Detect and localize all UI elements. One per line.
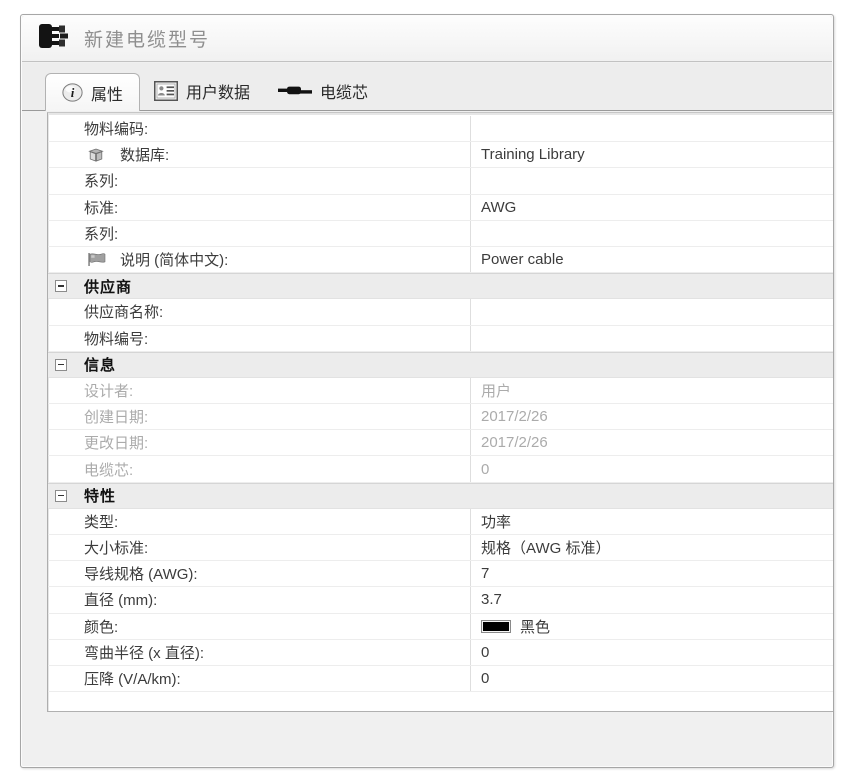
dialog-title: 新建电缆型号 <box>84 30 211 51</box>
property-value[interactable]: 功率 <box>470 508 833 534</box>
property-label: 创建日期: <box>84 409 149 427</box>
property-label: 设计者: <box>84 382 134 400</box>
property-row[interactable]: 更改日期: 2017/2/26 <box>48 430 833 457</box>
property-row[interactable]: 物料编号: <box>48 325 833 352</box>
property-value[interactable]: 0 <box>470 665 833 692</box>
tab-label: 电缆芯 <box>320 85 369 102</box>
property-row[interactable]: 压降 (V/A/km): 0 <box>48 665 833 693</box>
property-label: 物料编号: <box>84 330 149 348</box>
property-label: 系列: <box>84 173 119 191</box>
property-label: 更改日期: <box>84 435 149 453</box>
property-row[interactable]: 电缆芯: 0 <box>48 456 833 483</box>
property-row[interactable]: 标准: AWG <box>48 194 833 221</box>
property-value[interactable]: AWG <box>470 194 833 220</box>
property-label: 类型: <box>84 513 119 531</box>
property-value: 2017/2/26 <box>470 430 833 456</box>
property-value[interactable]: 7 <box>470 561 833 587</box>
property-row[interactable]: 物料编码: <box>48 116 833 143</box>
property-row[interactable]: 数据库: Training Library <box>48 142 833 169</box>
library-box-icon <box>88 147 104 162</box>
property-label: 供应商名称: <box>84 304 164 322</box>
cable-core-icon <box>278 85 313 97</box>
screenshot-root: { "window": { "title": "新建电缆型号", "title_… <box>0 0 865 781</box>
property-label: 压降 (V/A/km): <box>84 671 181 689</box>
tab-properties[interactable]: i 属性 <box>45 73 141 111</box>
property-row[interactable]: 导线规格 (AWG): 7 <box>48 561 833 588</box>
group-label: 信息 <box>84 357 117 375</box>
property-label: 说明 (简体中文): <box>48 247 470 272</box>
property-value: 2017/2/26 <box>470 404 833 430</box>
info-icon: i <box>62 83 83 102</box>
property-row[interactable]: 直径 (mm): 3.7 <box>48 587 833 614</box>
property-row[interactable]: 颜色: 黑色 <box>48 613 833 640</box>
property-label: 系列: <box>84 225 119 243</box>
collapse-icon[interactable] <box>55 280 67 293</box>
property-value[interactable]: 黑色 <box>470 613 833 639</box>
property-row[interactable]: 弯曲半径 (x 直径): 0 <box>48 639 833 666</box>
property-value[interactable] <box>470 299 833 325</box>
property-value[interactable] <box>470 168 833 194</box>
property-label: 直径 (mm): <box>84 592 158 610</box>
group-row[interactable]: 特性 <box>48 482 833 509</box>
tab-cable-cores[interactable]: 电缆芯 <box>264 72 382 110</box>
property-label: 颜色: <box>84 618 119 636</box>
property-value: 用户 <box>470 377 833 404</box>
property-row[interactable]: 创建日期: 2017/2/26 <box>48 404 833 431</box>
property-row[interactable]: 类型: 功率 <box>48 508 833 535</box>
property-label: 导线规格 (AWG): <box>84 566 198 584</box>
property-row[interactable]: 系列: <box>48 220 833 247</box>
property-row[interactable]: 大小标准: 规格（AWG 标准） <box>48 535 833 562</box>
tab-strip: i 属性 用户数据 电缆芯 <box>22 63 832 111</box>
property-row[interactable]: 说明 (简体中文): Power cable <box>48 246 833 274</box>
property-label: 数据库: <box>48 142 470 167</box>
tab-label: 属性 <box>91 86 124 104</box>
property-label: 标准: <box>84 199 119 217</box>
property-label: 大小标准: <box>84 540 149 558</box>
property-label: 弯曲半径 (x 直径): <box>84 644 204 662</box>
color-swatch <box>481 619 511 633</box>
tab-user-data[interactable]: 用户数据 <box>140 72 264 110</box>
svg-text:i: i <box>71 85 75 100</box>
collapse-icon[interactable] <box>55 489 67 502</box>
property-value[interactable]: 规格（AWG 标准） <box>470 535 833 561</box>
property-label: 物料编码: <box>84 121 149 139</box>
user-data-icon <box>154 81 179 101</box>
tab-label: 用户数据 <box>186 85 251 102</box>
property-grid: 物料编码: 数据库: Training Library 系列: 标准: AWG 系列: 说明 … <box>47 112 833 712</box>
property-label: 电缆芯: <box>84 461 134 479</box>
cable-plug-icon <box>38 22 72 55</box>
language-flag-icon <box>88 253 106 267</box>
new-cable-type-dialog: 新建电缆型号 i 属性 用户数据 电缆芯 物料编码: 数据库: Training Libr… <box>20 14 834 768</box>
property-row[interactable]: 供应商名称: <box>48 299 833 326</box>
property-value[interactable] <box>470 325 833 351</box>
property-value: 0 <box>470 456 833 482</box>
group-label: 特性 <box>84 488 117 506</box>
property-row[interactable]: 设计者: 用户 <box>48 377 833 405</box>
property-value[interactable] <box>470 220 833 246</box>
property-value[interactable]: 0 <box>470 639 833 665</box>
group-label: 供应商 <box>84 278 133 296</box>
dialog-titlebar: 新建电缆型号 <box>22 16 832 62</box>
collapse-icon[interactable] <box>55 358 67 371</box>
property-value[interactable]: 3.7 <box>470 587 833 613</box>
property-row[interactable]: 系列: <box>48 168 833 195</box>
group-row[interactable]: 信息 <box>48 351 833 378</box>
property-value[interactable] <box>470 116 833 142</box>
group-row[interactable]: 供应商 <box>48 273 833 300</box>
property-value[interactable]: Training Library <box>470 142 833 168</box>
property-value[interactable]: Power cable <box>470 246 833 273</box>
